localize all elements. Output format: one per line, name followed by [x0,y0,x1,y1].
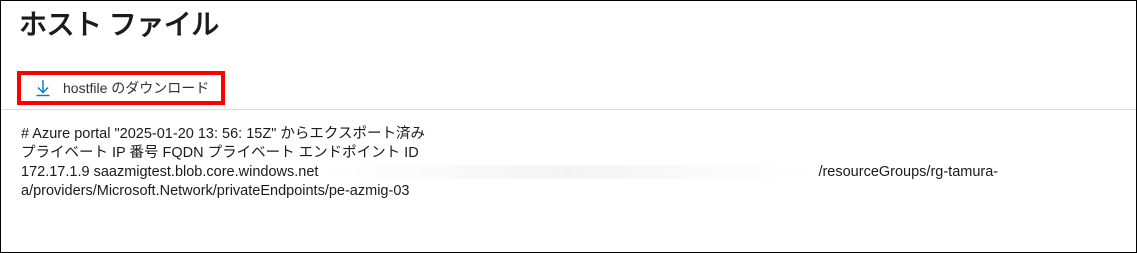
hostfile-header-line: プライベート IP 番号 FQDN プライベート エンドポイント ID [21,145,419,161]
hostfile-comment-line: # Azure portal "2025-01-20 13: 56: 15Z" … [21,126,425,142]
download-hostfile-label: hostfile のダウンロード [63,80,210,96]
host-file-panel: ホスト ファイル hostfile のダウンロード # Azure portal… [0,0,1137,253]
toolbar: hostfile のダウンロード [1,69,1136,110]
hostfile-entry-line: 172.17.1.9 saazmigtest.blob.core.windows… [21,163,1121,182]
entry-ip-fqdn: 172.17.1.9 saazmigtest.blob.core.windows… [21,164,319,180]
hostfile-content: # Azure portal "2025-01-20 13: 56: 15Z" … [21,125,1121,201]
download-hostfile-button[interactable]: hostfile のダウンロード [17,71,225,105]
page-title: ホスト ファイル [19,9,219,40]
download-icon [35,79,51,97]
entry-id-part1: /resourceGroups/rg-tamura- [818,164,999,180]
redacted-region [318,165,819,180]
hostfile-entry-continuation-line: a/providers/Microsoft.Network/privateEnd… [21,183,410,199]
